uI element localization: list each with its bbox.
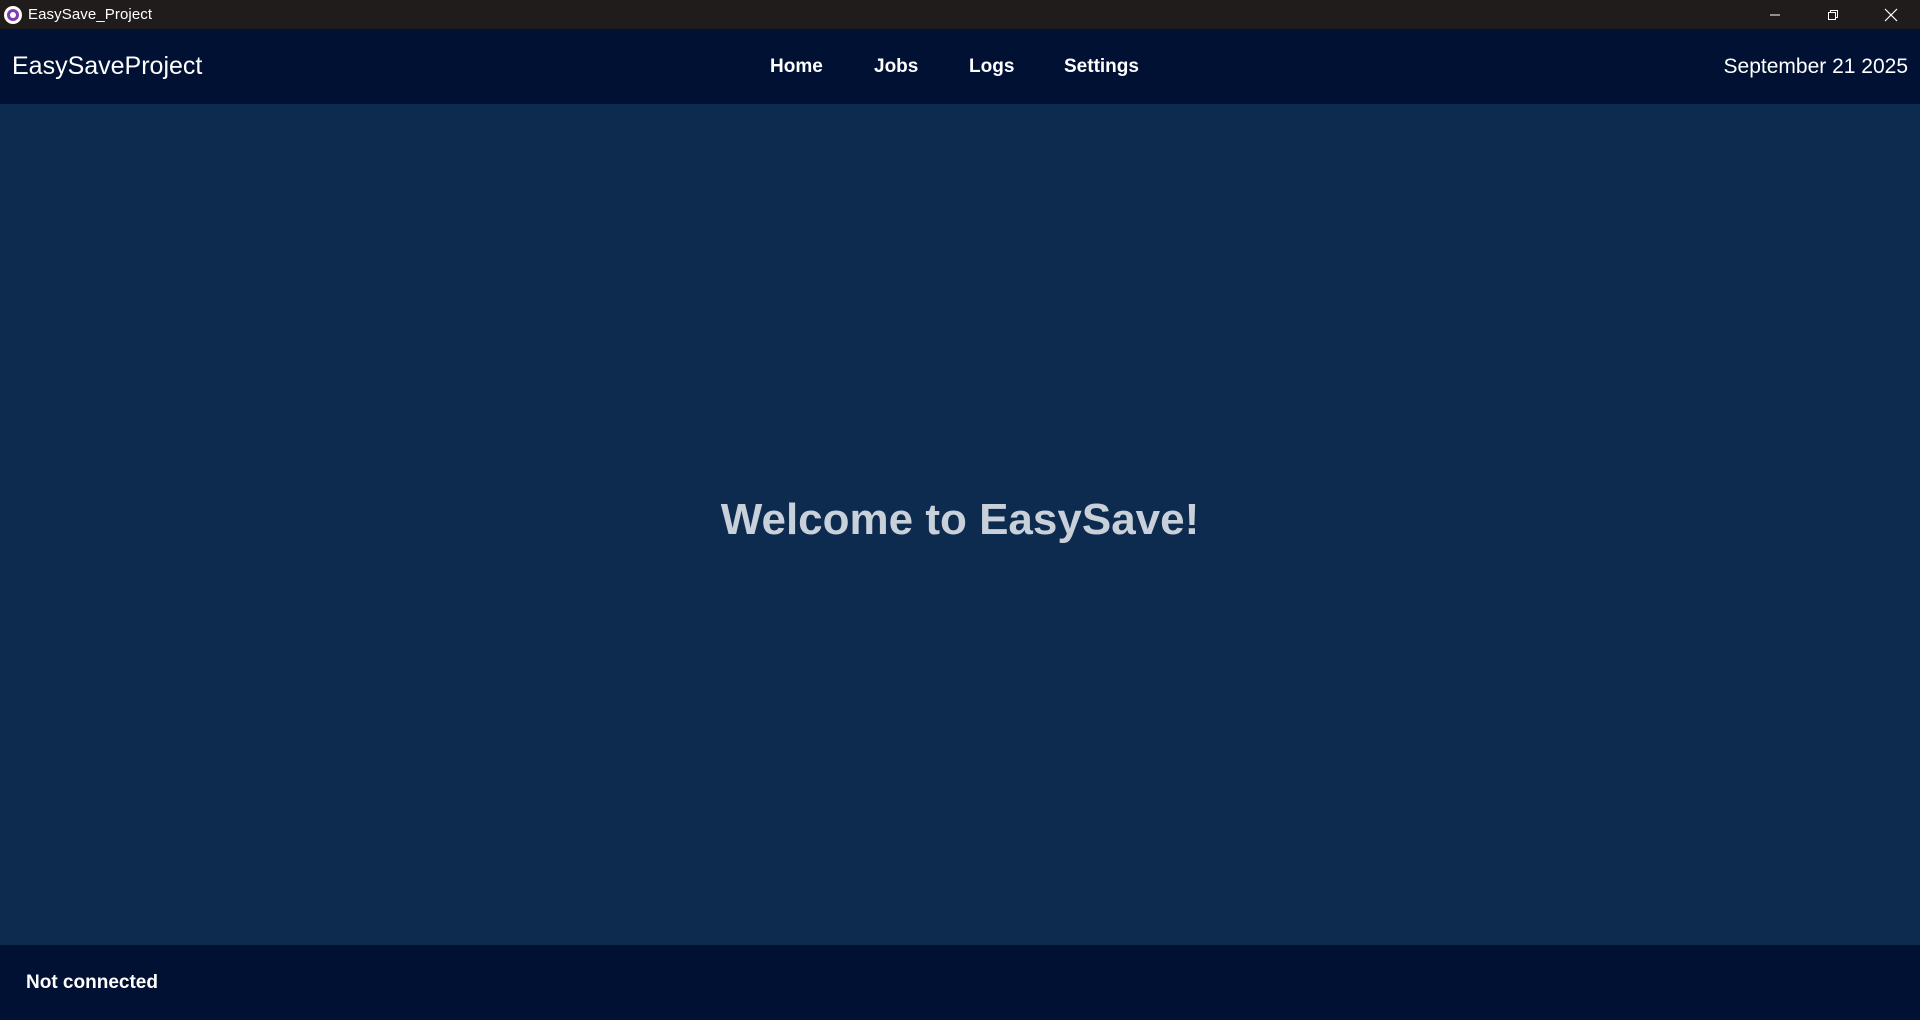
nav-settings[interactable]: Settings bbox=[1064, 56, 1139, 78]
close-button[interactable] bbox=[1862, 0, 1920, 29]
connection-status: Not connected bbox=[26, 972, 158, 993]
title-bar[interactable]: EasySave_Project bbox=[0, 0, 1920, 29]
restore-button[interactable] bbox=[1804, 0, 1862, 29]
app-window: EasySave_Project EasySaveProject Home Jo… bbox=[0, 0, 1920, 1020]
minimize-icon bbox=[1770, 14, 1780, 15]
window-title: EasySave_Project bbox=[28, 6, 153, 23]
nav-jobs[interactable]: Jobs bbox=[874, 56, 918, 78]
app-icon bbox=[4, 5, 22, 24]
main-content: Welcome to EasySave! bbox=[0, 104, 1920, 945]
brand-name: EasySaveProject bbox=[12, 52, 203, 80]
nav-logs[interactable]: Logs bbox=[969, 56, 1014, 78]
nav-home[interactable]: Home bbox=[770, 56, 823, 78]
top-navigation-bar: EasySaveProject Home Jobs Logs Settings … bbox=[0, 29, 1920, 104]
restore-icon bbox=[1828, 9, 1838, 20]
status-bar: Not connected bbox=[0, 945, 1920, 1020]
minimize-button[interactable] bbox=[1746, 0, 1804, 29]
window-controls bbox=[1746, 0, 1920, 29]
current-date: September 21 2025 bbox=[1723, 55, 1908, 78]
welcome-heading: Welcome to EasySave! bbox=[720, 495, 1200, 544]
close-icon bbox=[1884, 8, 1898, 21]
